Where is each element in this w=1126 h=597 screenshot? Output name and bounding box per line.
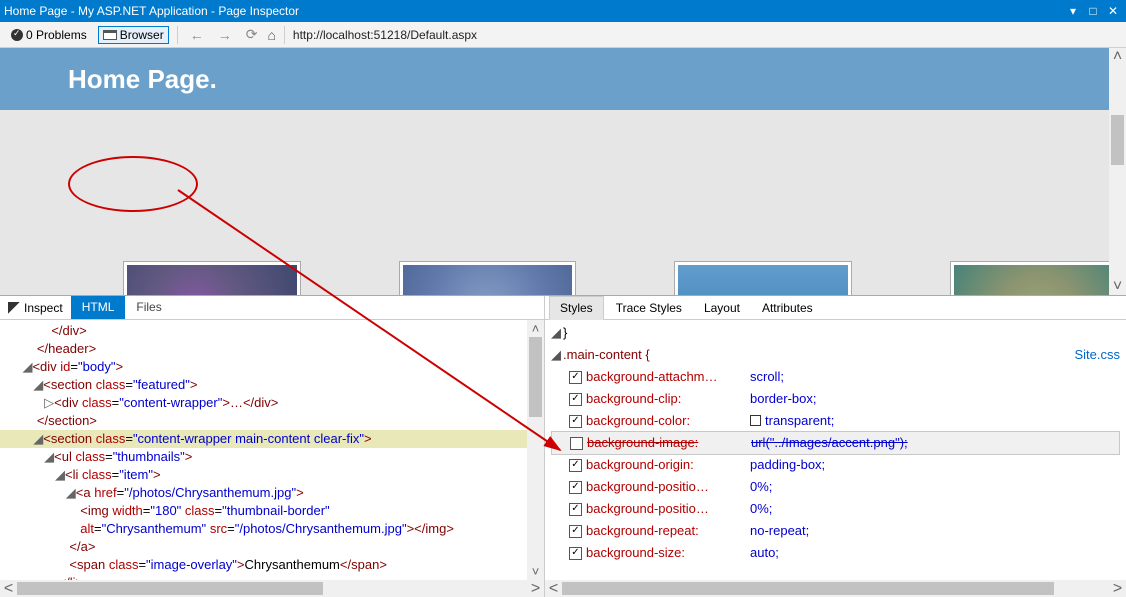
annotation-arrow: [0, 0, 1126, 597]
